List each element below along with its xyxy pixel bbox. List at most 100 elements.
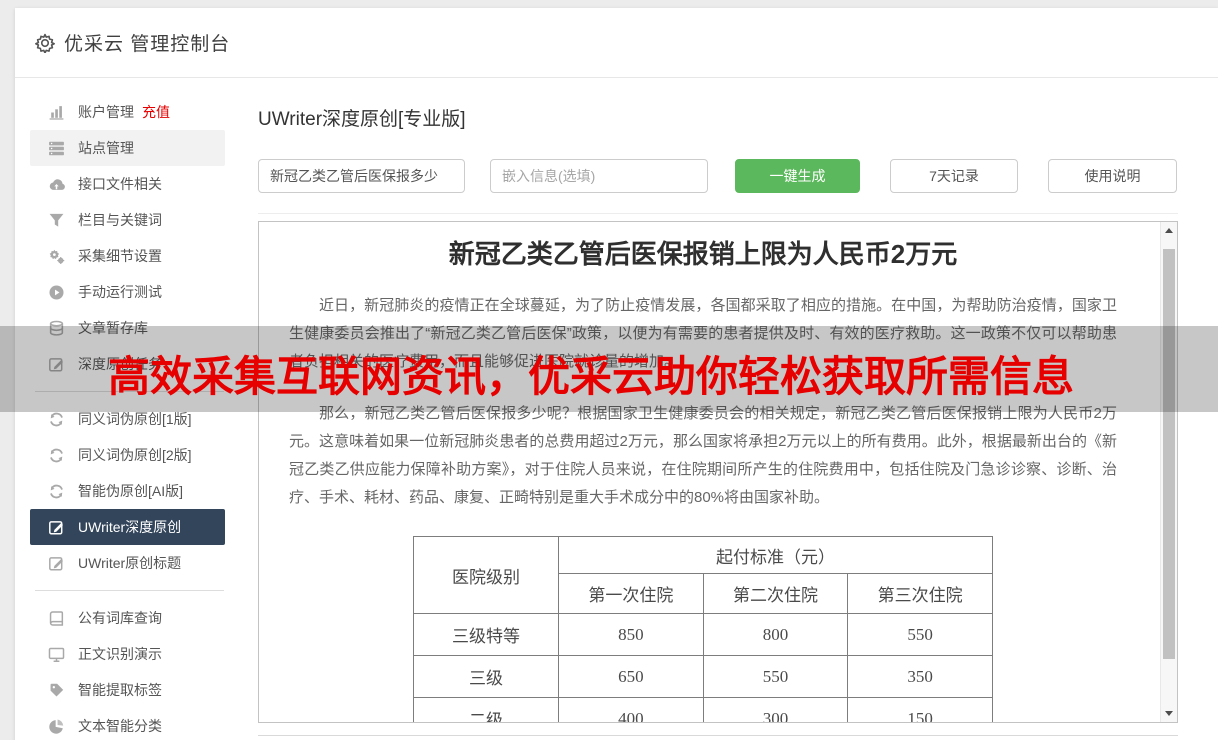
edit-icon xyxy=(49,520,63,535)
value-cell: 350 xyxy=(847,655,993,698)
value-cell: 400 xyxy=(558,697,704,722)
table-sub-header: 第二次住院 xyxy=(702,573,849,614)
sidebar-item-label: 采集细节设置 xyxy=(78,248,162,264)
article-paragraph: 那么，新冠乙类乙管后医保报多少呢？根据国家卫生健康委员会的相关规定，新冠乙类乙管… xyxy=(289,405,1117,506)
page: 优采云 管理控制台 账户管理 充值 站点管理 接口文件相关 栏目与关键词 采集细… xyxy=(0,0,1218,740)
sidebar-item-label: UWriter深度原创 xyxy=(78,519,182,535)
server-icon xyxy=(49,141,64,155)
help-button[interactable]: 使用说明 xyxy=(1048,159,1177,193)
generate-button[interactable]: 一键生成 xyxy=(735,159,860,193)
sidebar: 账户管理 充值 站点管理 接口文件相关 栏目与关键词 采集细节设置 手动运行测试… xyxy=(15,79,242,740)
bottom-divider xyxy=(258,735,1178,736)
scroll-up-button[interactable] xyxy=(1161,222,1177,239)
value-cell: 550 xyxy=(847,613,993,656)
value-cell: 550 xyxy=(702,655,849,698)
sidebar-item-manual-test[interactable]: 手动运行测试 xyxy=(30,274,225,310)
sidebar-item-label: 同义词伪原创[2版] xyxy=(78,447,192,463)
sidebar-item-label: UWriter原创标题 xyxy=(78,555,182,571)
embed-info-input[interactable] xyxy=(490,159,708,193)
recharge-badge[interactable]: 充值 xyxy=(142,102,170,122)
sidebar-item-interface-files[interactable]: 接口文件相关 xyxy=(30,166,225,202)
reimbursement-table: 医院级别 起付标准（元） 第一次住院 第二次住院 第三次住院 三级特等 850 … xyxy=(413,536,993,722)
sidebar-item-ai-rewrite[interactable]: 智能伪原创[AI版] xyxy=(30,473,225,509)
sidebar-item-tag-extraction[interactable]: 智能提取标签 xyxy=(30,672,225,708)
sidebar-item-account[interactable]: 账户管理 充值 xyxy=(30,94,225,130)
value-cell: 850 xyxy=(558,613,704,656)
app-title: 优采云 管理控制台 xyxy=(64,34,231,55)
sidebar-item-label: 深度原创任务 xyxy=(78,356,162,372)
sidebar-item-sites[interactable]: 站点管理 xyxy=(30,130,225,166)
keyword-input[interactable] xyxy=(258,159,465,193)
value-cell: 800 xyxy=(702,613,849,656)
table-sub-header: 第一次住院 xyxy=(558,573,704,614)
sidebar-item-label: 公有词库查询 xyxy=(78,610,162,626)
book-icon xyxy=(49,610,64,626)
sidebar-item-label: 接口文件相关 xyxy=(78,176,162,192)
table-row: 三级 650 550 350 xyxy=(413,655,993,698)
edit-icon xyxy=(49,556,63,571)
scroll-down-button[interactable] xyxy=(1161,705,1177,722)
sidebar-item-label: 同义词伪原创[1版] xyxy=(78,411,192,427)
value-cell: 650 xyxy=(558,655,704,698)
app-header: 优采云 管理控制台 xyxy=(15,8,1218,78)
gear-icon xyxy=(35,33,55,53)
scrollbar-thumb[interactable] xyxy=(1163,249,1175,659)
sidebar-item-label: 文本智能分类 xyxy=(78,718,162,734)
sidebar-item-text-classification[interactable]: 文本智能分类 xyxy=(30,708,225,740)
article-paragraph: 近日，新冠肺炎的疫情正在全球蔓延，为了防止疫情发展，各国都采取了相应的措施。在中… xyxy=(289,297,1117,370)
sidebar-item-label: 栏目与关键词 xyxy=(78,212,162,228)
triangle-up-icon xyxy=(1165,228,1173,233)
sidebar-item-deep-original-tasks[interactable]: 深度原创任务 xyxy=(30,346,225,382)
monitor-icon xyxy=(48,647,65,662)
controls-row: 一键生成 7天记录 使用说明 xyxy=(258,159,1178,193)
sidebar-item-label: 智能提取标签 xyxy=(78,682,162,698)
sidebar-item-uwriter-deep-original[interactable]: UWriter深度原创 xyxy=(30,509,225,545)
sidebar-divider xyxy=(35,391,224,392)
bar-chart-icon xyxy=(49,105,64,120)
sidebar-item-uwriter-title[interactable]: UWriter原创标题 xyxy=(30,545,225,581)
sidebar-item-label: 手动运行测试 xyxy=(78,284,162,300)
hospital-level-cell: 三级 xyxy=(413,655,559,698)
sidebar-item-label: 智能伪原创[AI版] xyxy=(78,483,184,499)
controls-divider xyxy=(258,213,1178,214)
sidebar-divider xyxy=(35,590,224,591)
refresh-icon xyxy=(50,412,63,426)
value-cell: 300 xyxy=(702,697,849,722)
cloud-upload-icon xyxy=(49,178,65,190)
edit-icon xyxy=(49,357,63,372)
console-card: 优采云 管理控制台 账户管理 充值 站点管理 接口文件相关 栏目与关键词 采集细… xyxy=(15,8,1218,740)
sidebar-item-synonym-rewrite-2[interactable]: 同义词伪原创[2版] xyxy=(30,437,225,473)
table-group-header: 起付标准（元） xyxy=(558,536,993,574)
article-preview-panel: 新冠乙类乙管后医保报销上限为人民币2万元 近日，新冠肺炎的疫情正在全球蔓延，为了… xyxy=(258,221,1178,723)
table-row: 三级特等 850 800 550 xyxy=(413,613,993,656)
table-row: 二级 400 300 150 xyxy=(413,697,993,722)
pie-icon xyxy=(49,718,64,734)
sidebar-item-collect-settings[interactable]: 采集细节设置 xyxy=(30,238,225,274)
article-title: 新冠乙类乙管后医保报销上限为人民币2万元 xyxy=(448,239,958,269)
hospital-level-cell: 三级特等 xyxy=(413,613,559,656)
page-title: UWriter深度原创[专业版] xyxy=(258,109,466,130)
sidebar-item-public-lexicon[interactable]: 公有词库查询 xyxy=(30,600,225,636)
sidebar-item-content-recognition[interactable]: 正文识别演示 xyxy=(30,636,225,672)
play-icon xyxy=(49,284,64,300)
panel-scrollbar[interactable] xyxy=(1160,222,1177,722)
gears-icon xyxy=(49,249,65,264)
value-cell: 150 xyxy=(847,697,993,722)
refresh-icon xyxy=(50,484,63,498)
table-corner-header: 医院级别 xyxy=(413,536,559,614)
filter-icon xyxy=(49,213,64,227)
refresh-icon xyxy=(50,448,63,462)
table-sub-header: 第三次住院 xyxy=(847,573,993,614)
tag-icon xyxy=(50,683,64,697)
sidebar-item-article-store[interactable]: 文章暂存库 xyxy=(30,310,225,346)
sidebar-item-label: 账户管理 xyxy=(78,104,134,120)
hospital-level-cell: 二级 xyxy=(413,697,559,722)
records-button[interactable]: 7天记录 xyxy=(890,159,1018,193)
sidebar-item-label: 正文识别演示 xyxy=(78,646,162,662)
sidebar-item-synonym-rewrite-1[interactable]: 同义词伪原创[1版] xyxy=(30,401,225,437)
sidebar-item-label: 文章暂存库 xyxy=(78,320,148,336)
article: 新冠乙类乙管后医保报销上限为人民币2万元 近日，新冠肺炎的疫情正在全球蔓延，为了… xyxy=(259,222,1177,722)
sidebar-item-label: 站点管理 xyxy=(78,140,134,156)
sidebar-item-columns-keywords[interactable]: 栏目与关键词 xyxy=(30,202,225,238)
database-icon xyxy=(49,320,64,336)
